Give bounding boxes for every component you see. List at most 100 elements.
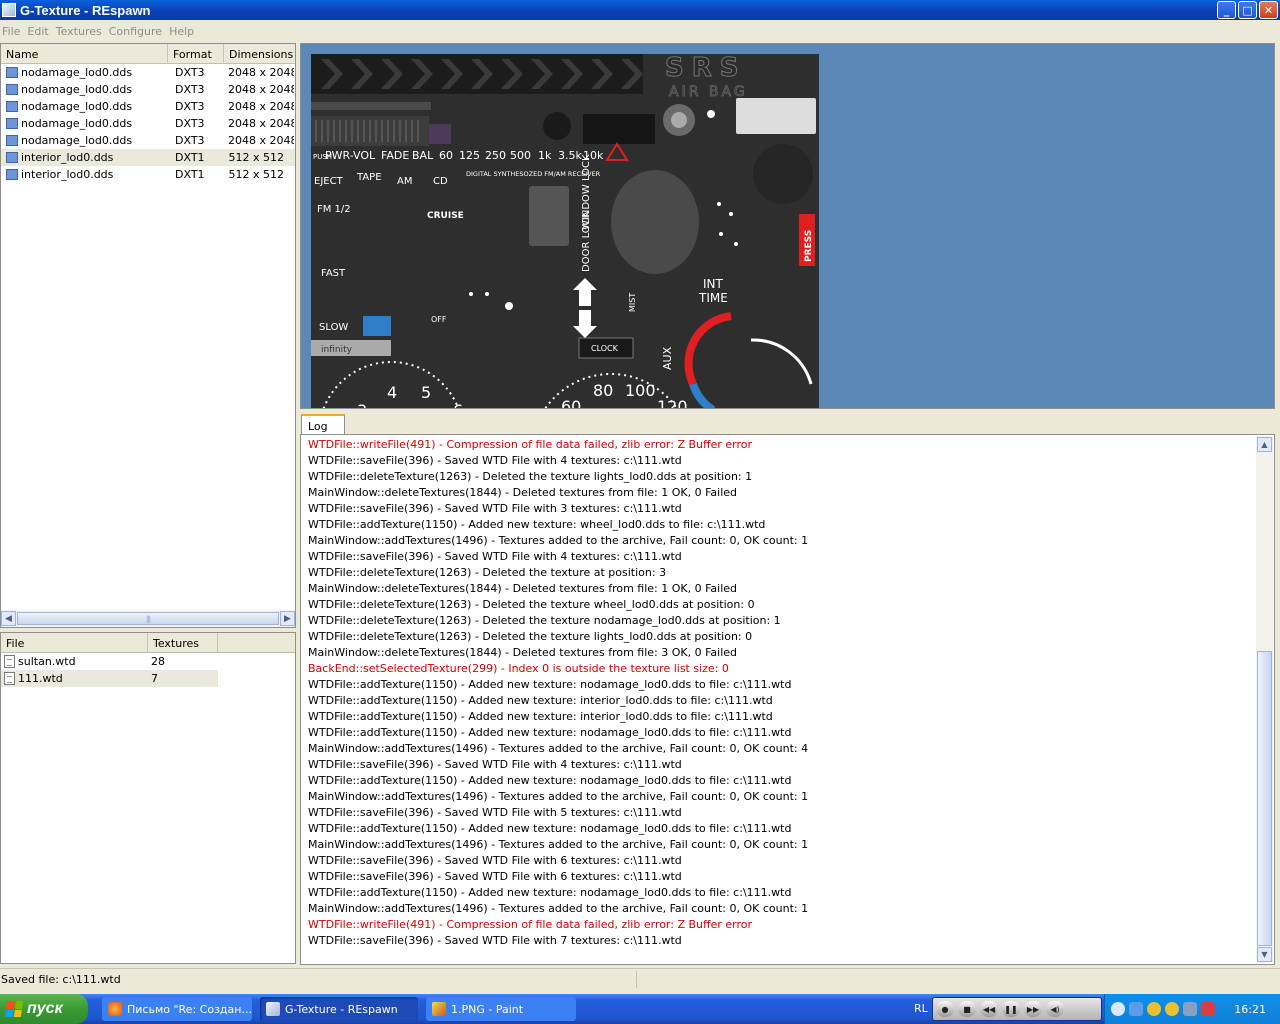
scroll-left-icon[interactable]: ◀ [1,611,16,626]
paint-icon [432,1002,446,1016]
eq-500-label: 500 [510,149,531,162]
slow-label: SLOW [319,322,348,333]
pause-icon[interactable]: ❚❚ [1002,1001,1020,1017]
srs-label: SRS [665,54,746,83]
texture-dimensions: 2048 x 2048 [228,117,294,130]
g-texture-icon [266,1002,280,1016]
eq-250-label: 250 [485,149,506,162]
tray-app-icon[interactable] [1129,1002,1143,1016]
log-line: WTDFile::saveFile(396) - Saved WTD File … [308,854,682,867]
start-button[interactable]: пуск [0,994,88,1024]
title-bar[interactable]: G-Texture - REspawn _ □ ✕ [0,0,1280,20]
maximize-button[interactable]: □ [1238,1,1257,19]
scroll-up-icon[interactable]: ▲ [1257,437,1272,452]
file-row-selected[interactable]: 111.wtd 7 [1,670,218,687]
log-vertical-scrollbar[interactable]: ▲ ▼ [1256,436,1273,963]
taskbar-item-g-texture[interactable]: G-Texture - REspawn [260,997,418,1021]
texture-name: nodamage_lod0.dds [21,134,133,147]
texture-dimensions: 512 x 512 [228,168,285,181]
taskbar-item-paint[interactable]: 1.PNG - Paint [426,997,576,1021]
texture-row[interactable]: nodamage_lod0.dds DXT3 2048 x 2048 [1,98,295,115]
log-line: WTDFile::deleteTexture(1263) - Deleted t… [308,598,755,611]
texture-file-icon [6,135,18,146]
texture-row-selected[interactable]: interior_lod0.dds DXT1 512 x 512 [1,149,295,166]
scroll-thumb[interactable]: ||| [17,612,279,625]
cruise-label: CRUISE [427,211,464,221]
file-row[interactable]: sultan.wtd 28 [1,653,218,670]
windows-logo-icon [4,1001,24,1017]
scroll-down-icon[interactable]: ▼ [1257,947,1272,962]
gauge-tick-4: 4 [387,383,397,402]
language-indicator[interactable]: RL [914,1002,928,1015]
eq-3-5k-label: 3.5k [558,149,582,162]
texture-file-icon [6,169,18,180]
column-header-name[interactable]: Name [1,44,168,63]
media-icon[interactable]: ● [936,1001,954,1017]
gauge-tick-6: 6 [453,401,463,409]
texture-list: nodamage_lod0.dds DXT3 2048 x 2048 nodam… [1,64,295,183]
tab-log[interactable]: Log [301,414,345,434]
log-line: WTDFile::saveFile(396) - Saved WTD File … [308,870,682,883]
texture-image: SRS AIR BAG PUSH PWR-VOL FADE BAL 60 125… [311,54,819,409]
eq-60-label: 60 [439,149,453,162]
texture-dimensions: 2048 x 2048 [228,100,294,113]
gauge-tick-100: 100 [625,381,656,400]
log-line: WTDFile::saveFile(396) - Saved WTD File … [308,502,682,515]
texture-row[interactable]: interior_lod0.dds DXT1 512 x 512 [1,166,295,183]
texture-file-icon [6,101,18,112]
texture-preview-area: SRS AIR BAG PUSH PWR-VOL FADE BAL 60 125… [300,43,1275,409]
bal-label: BAL [412,149,434,162]
close-button[interactable]: ✕ [1259,1,1278,19]
texture-row[interactable]: nodamage_lod0.dds DXT3 2048 x 2048 [1,81,295,98]
menu-edit[interactable]: Edit [26,25,54,38]
aux-label: AUX [661,346,674,370]
task-label: 1.PNG - Paint [451,1002,524,1016]
stop-icon[interactable]: ■ [958,1001,976,1017]
column-header-textures[interactable]: Textures [148,633,218,652]
log-line: MainWindow::deleteTextures(1844) - Delet… [308,486,738,499]
texture-row[interactable]: nodamage_lod0.dds DXT3 2048 x 2048 [1,64,295,81]
firefox-icon [108,1002,122,1016]
menu-configure[interactable]: Configure [108,25,168,38]
texture-list-horizontal-scrollbar[interactable]: ◀ ||| ▶ [1,610,295,627]
previous-icon[interactable]: ◀◀ [980,1001,998,1017]
log-line: WTDFile::addTexture(1150) - Added new te… [308,886,792,899]
menu-help[interactable]: Help [168,25,200,38]
log-line: WTDFile::addTexture(1150) - Added new te… [308,518,766,531]
door-lock-label: DOOR LOCK [581,211,592,272]
column-header-format[interactable]: Format [168,44,224,63]
tray-expand-icon[interactable] [1111,1002,1125,1016]
file-texture-count: 28 [151,655,165,668]
next-icon[interactable]: ▶▶ [1024,1001,1042,1017]
menu-file[interactable]: File [1,25,26,38]
texture-name: nodamage_lod0.dds [21,100,133,113]
gauge-tick-5: 5 [421,383,431,402]
texture-file-icon [6,118,18,129]
fade-label: FADE [381,149,409,162]
status-bar: Saved file: c:\111.wtd [0,968,1280,990]
log-line: MainWindow::addTextures(1496) - Textures… [308,742,809,755]
tray-network-icon[interactable] [1183,1002,1197,1016]
texture-row[interactable]: nodamage_lod0.dds DXT3 2048 x 2048 [1,115,295,132]
gauge-tick-60: 60 [561,397,581,409]
tray-antivirus-icon[interactable] [1201,1002,1215,1016]
volume-icon[interactable]: ◀) [1046,1001,1064,1017]
app-icon [2,3,16,17]
texture-format: DXT3 [175,100,205,113]
tray-smiley-icon[interactable] [1165,1002,1179,1016]
column-header-dimensions[interactable]: Dimensions [224,44,295,63]
task-label: G-Texture - REspawn [285,1002,398,1016]
scroll-right-icon[interactable]: ▶ [280,611,295,626]
minimize-button[interactable]: _ [1217,1,1236,19]
scroll-thumb[interactable] [1257,651,1272,946]
menu-textures[interactable]: Textures [55,25,108,38]
task-label: Письмо "Re: Создан... [127,1002,252,1016]
column-header-file[interactable]: File [1,633,148,652]
taskbar-item-firefox[interactable]: Письмо "Re: Создан... [102,997,252,1021]
log-line: WTDFile::addTexture(1150) - Added new te… [308,710,773,723]
texture-list-header: Name Format Dimensions [1,44,295,64]
tray-smiley-icon[interactable] [1147,1002,1161,1016]
file-list-panel: File Textures sultan.wtd 28 111.wtd 7 [0,632,296,964]
document-icon [4,672,15,685]
texture-row[interactable]: nodamage_lod0.dds DXT3 2048 x 2048 [1,132,295,149]
